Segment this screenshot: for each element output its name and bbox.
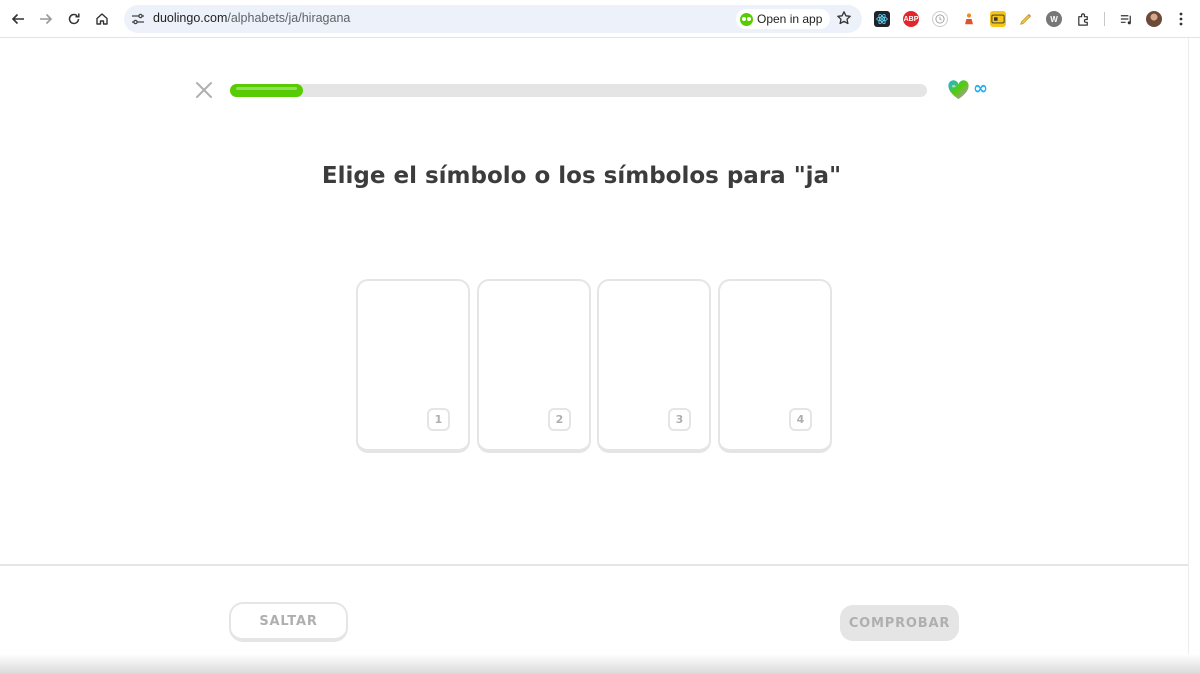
choice-card-3[interactable]: 3 [597,279,711,453]
lesson-progress-fill [230,84,304,97]
choice-number: 1 [427,408,450,431]
choice-number: 4 [789,408,812,431]
choice-card-1[interactable]: 1 [356,279,470,453]
adblock-label: ABP [903,15,919,23]
choice-card-4[interactable]: 4 [718,279,832,453]
heart-icon [948,80,969,100]
forward-button[interactable] [36,9,56,29]
duolingo-owl-icon [740,12,753,26]
open-in-app-button[interactable]: Open in app [736,9,831,29]
open-in-app-label: Open in app [757,12,823,26]
adblock-icon[interactable]: ABP [903,11,919,27]
skip-button[interactable]: SALTAR [229,602,348,642]
lives-infinite-count: ∞ [973,78,988,99]
extension-pencil-icon[interactable] [1018,11,1034,27]
address-bar[interactable]: duolingo.com/alphabets/ja/hiragana Open … [124,5,862,33]
toolbar-separator [1104,12,1105,26]
browser-toolbar: duolingo.com/alphabets/ja/hiragana Open … [0,0,1200,38]
back-button[interactable] [8,9,28,29]
lesson-progress-bar [230,84,927,97]
window-bottom-edge [0,654,1200,674]
choice-number: 2 [548,408,571,431]
url-path: /alphabets/ja/hiragana [227,11,351,25]
footer-divider [0,564,1188,566]
check-button[interactable]: COMPROBAR [840,605,959,641]
scrollbar-track [1188,38,1189,674]
extension-card-icon[interactable] [990,11,1006,27]
url-host: duolingo.com [153,11,228,25]
choice-card-2[interactable]: 2 [477,279,591,453]
extension-w-icon[interactable]: W [1046,11,1062,27]
extension-w-label: W [1050,14,1058,24]
profile-avatar[interactable] [1146,11,1162,27]
more-vert-icon[interactable] [1176,11,1186,27]
reload-icon [68,13,80,25]
url-text[interactable]: duolingo.com/alphabets/ja/hiragana [153,11,350,25]
site-settings-icon[interactable] [131,12,145,26]
reload-button[interactable] [64,9,84,29]
choice-number: 3 [668,408,691,431]
react-devtools-icon[interactable] [874,11,890,27]
extension-figure-icon[interactable] [961,11,977,27]
media-control-button[interactable] [1118,11,1134,27]
challenge-prompt: Elige el símbolo o los símbolos para "ja… [321,163,842,189]
playlist-icon [1120,14,1131,24]
extensions-puzzle-button[interactable] [1075,11,1091,27]
puzzle-icon [1077,12,1088,26]
arrow-right-icon [40,13,53,25]
arrow-left-icon [11,13,24,25]
extension-clock-icon[interactable] [932,11,948,27]
close-lesson-icon[interactable] [195,81,213,99]
home-button[interactable] [92,9,112,29]
bookmark-star-icon[interactable] [836,10,852,26]
home-icon [96,13,108,25]
